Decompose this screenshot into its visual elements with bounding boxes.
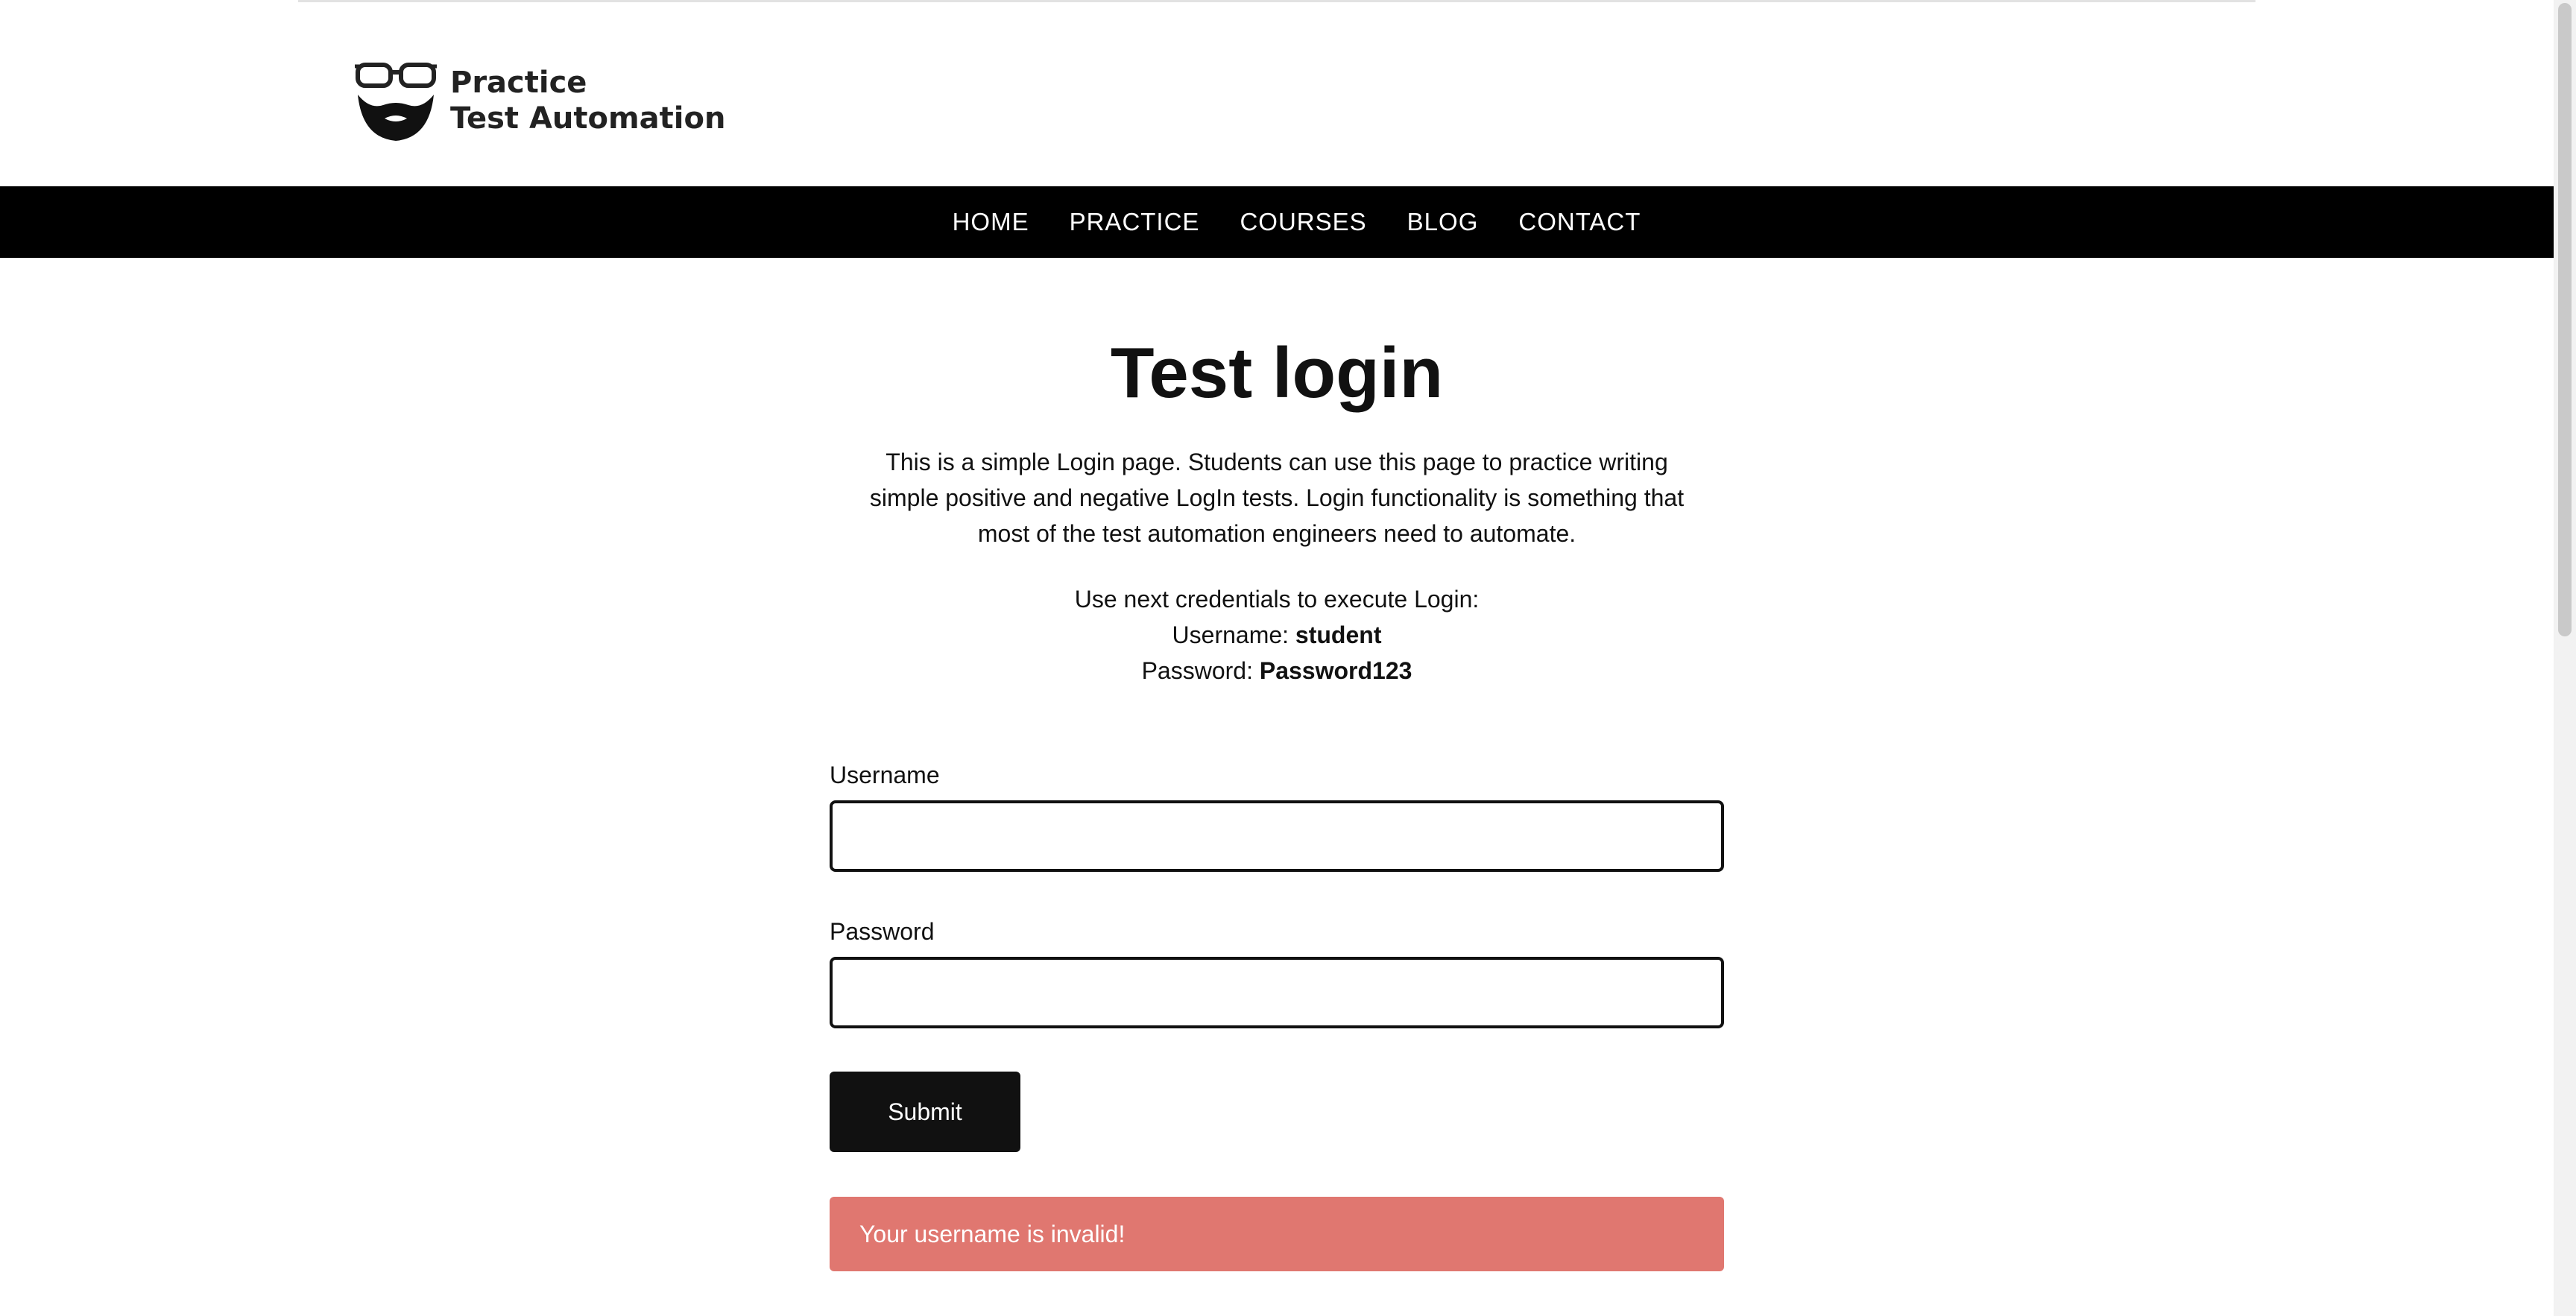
credentials-intro: Use next credentials to execute Login: [1074,586,1480,613]
error-message: Your username is invalid! [830,1197,1724,1271]
credentials-password-label: Password: [1141,657,1253,684]
username-label: Username [830,762,940,788]
credentials-password-value: Password123 [1259,657,1412,684]
credentials-username: Username: student [830,617,1724,653]
intro-text: This is a simple Login page. Students ca… [869,449,1685,547]
nav-blog[interactable]: BLOG [1407,208,1479,236]
logo-line-1: Practice [450,66,587,100]
nav-contact[interactable]: CONTACT [1518,208,1641,236]
password-field: Password [830,917,1724,1028]
glasses-beard-icon [355,63,437,141]
vertical-scrollbar[interactable] [2554,0,2576,1316]
site-logo[interactable]: Practice Test Automation [355,52,725,149]
password-input[interactable] [830,957,1724,1028]
main-nav: HOME PRACTICE COURSES BLOG CONTACT [0,186,2554,258]
credentials-username-label: Username: [1172,621,1289,648]
username-input[interactable] [830,800,1724,872]
credentials-username-value: student [1295,621,1382,648]
scrollbar-thumb[interactable] [2558,3,2572,636]
logo-text: Practice Test Automation [450,65,725,136]
password-label: Password [830,918,935,945]
username-field: Username [830,760,1724,872]
credentials-block: Use next credentials to execute Login: U… [830,581,1724,689]
site-header: Practice Test Automation [0,0,2554,186]
nav-courses[interactable]: COURSES [1240,208,1366,236]
header-divider [298,0,2255,2]
nav-practice[interactable]: PRACTICE [1070,208,1200,236]
main-content: Test login This is a simple Login page. … [830,258,1724,689]
page-title: Test login [1110,333,1444,413]
credentials-password: Password: Password123 [830,653,1724,689]
nav-home[interactable]: HOME [953,208,1029,236]
logo-line-2: Test Automation [450,101,726,136]
submit-button[interactable]: Submit [830,1072,1020,1152]
page: Practice Test Automation HOME PRACTICE C… [0,0,2576,1316]
login-form: Username Password Submit Your username i… [830,760,1724,1271]
